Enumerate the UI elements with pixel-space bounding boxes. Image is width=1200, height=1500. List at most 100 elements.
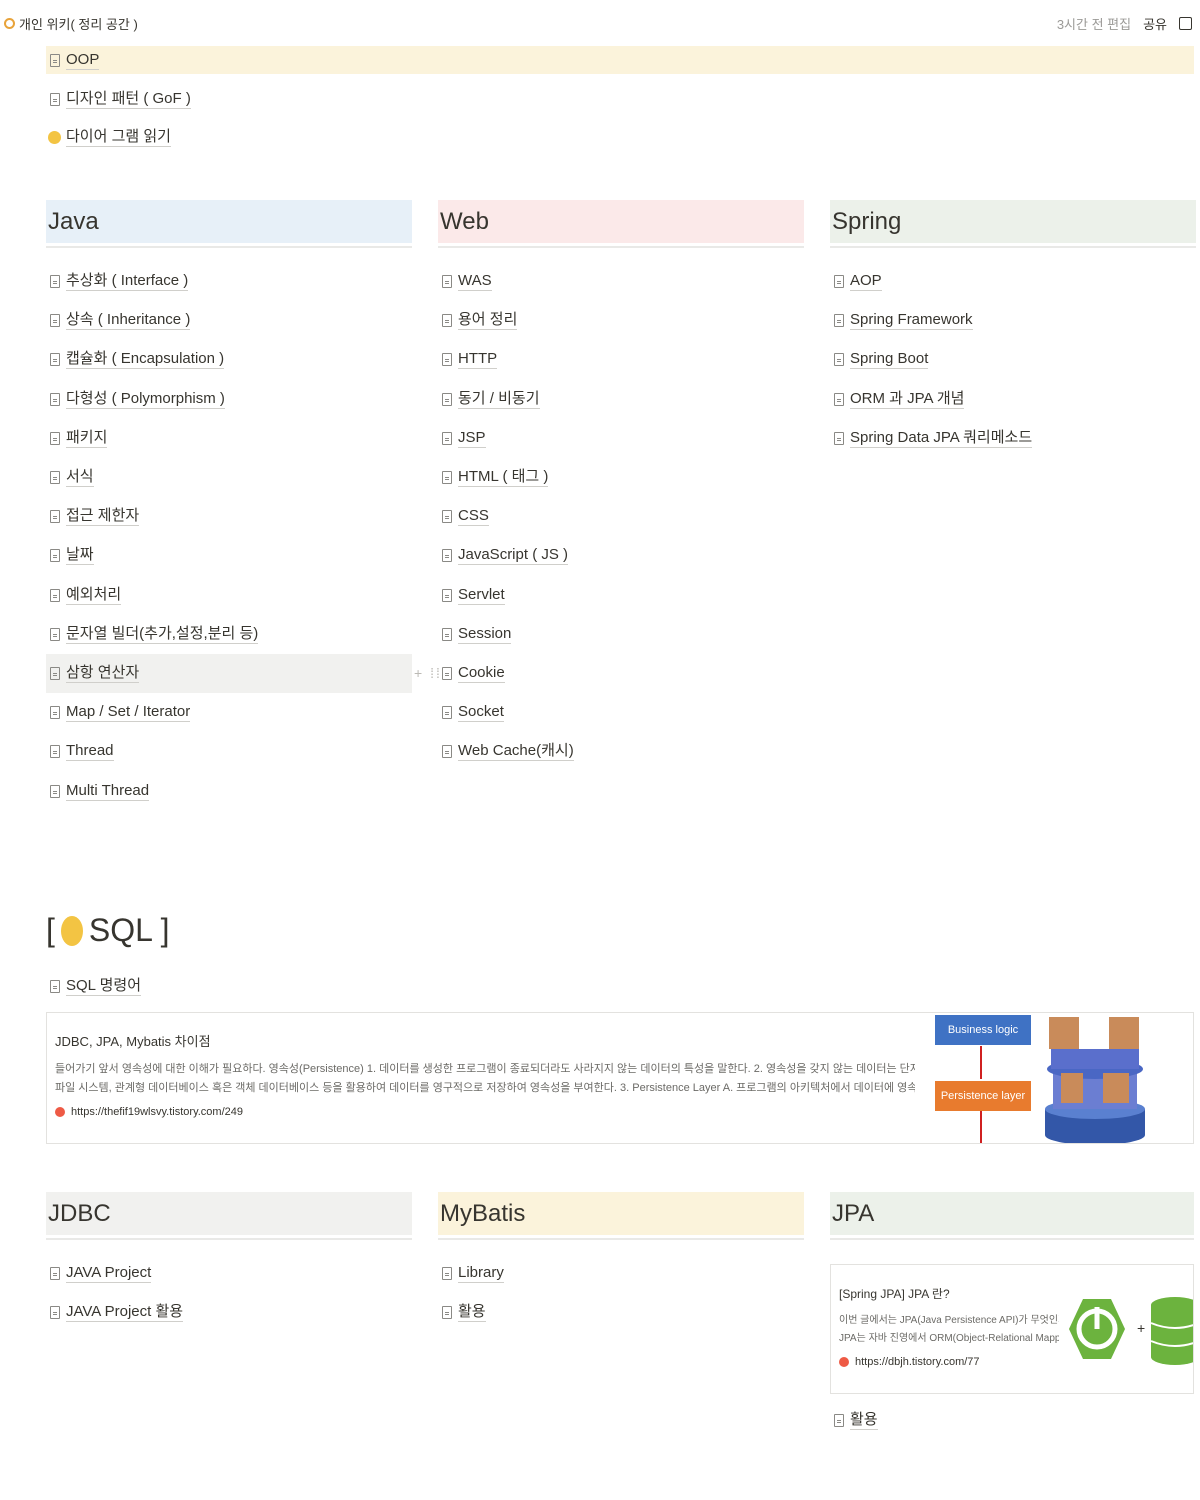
page-link[interactable]: WAS [438,262,804,301]
page-link[interactable]: 문자열 빌더(추가,설정,분리 등) [46,615,412,654]
page-link[interactable]: 상속 ( Inheritance ) [46,301,412,340]
page-link[interactable]: Cookie + ⁞⁞ [414,654,804,693]
page-link-label[interactable]: 서식 [66,468,94,488]
page-link-label[interactable]: Cookie [458,664,505,683]
page-link-label[interactable]: Spring Framework [850,311,973,331]
page-link[interactable]: ORM 과 JPA 개념 [830,380,1196,419]
edited-time: 3시간 전 편집 [1056,17,1132,32]
page-link[interactable]: Spring Boot [830,340,1196,379]
page-link-label[interactable]: 예외처리 [66,586,122,605]
page-link[interactable]: AOP [830,262,1196,301]
favicon-icon [839,1357,849,1367]
spring-database-thumbnail: + [1069,1297,1193,1365]
page-link-label[interactable]: Socket [458,703,504,723]
page-link[interactable]: JAVA Project [46,1254,412,1293]
page-link[interactable]: 접근 제한자 [46,497,412,536]
page-link-label[interactable]: 다형성 ( Polymorphism ) [66,390,225,409]
page-link[interactable]: 다형성 ( Polymorphism ) [46,380,412,419]
page-link-label[interactable]: 날짜 [66,546,94,566]
breadcrumb-title[interactable]: 개인 위키( 정리 공간 ) [19,14,138,33]
page-icon [834,314,844,328]
page-link-label[interactable]: 동기 / 비동기 [458,390,540,409]
page-link-label[interactable]: 활용 [458,1303,486,1323]
page-link-label[interactable]: Web Cache(캐시) [458,742,574,762]
page-link[interactable]: 용어 정리 [438,301,804,340]
page-link-label[interactable]: 캡슐화 ( Encapsulation ) [66,350,225,370]
page-link-label[interactable]: JAVA Project [66,1264,152,1284]
page-link-label[interactable]: WAS [458,272,492,292]
bookmark-card-jpa[interactable]: [Spring JPA] JPA 란? 이번 글에서는 JPA(Java Per… [830,1264,1194,1394]
page-link-label[interactable]: Spring Boot [850,350,929,370]
divider [438,246,804,248]
page-link-label[interactable]: 상속 ( Inheritance ) [66,311,191,331]
page-link-label[interactable]: HTTP [458,350,498,370]
page-link-label[interactable]: 활용 [850,1411,878,1430]
bookmark-url[interactable]: https://thefif19wlsvy.tistory.com/249 [55,1106,915,1118]
page-link-label[interactable]: OOP [66,51,100,70]
drag-handle-icon[interactable]: + ⁞⁞ [414,665,442,681]
breadcrumb[interactable]: 개인 위키( 정리 공간 ) [4,14,138,33]
page-link-label[interactable]: CSS [458,507,489,527]
page-link[interactable]: Spring Data JPA 쿼리메소드 [830,419,1196,458]
page-link-label[interactable]: 패키지 [66,429,108,448]
page-link-label[interactable]: Thread [66,742,114,762]
page-link-label[interactable]: 추상화 ( Interface ) [66,272,189,292]
page-link[interactable]: Socket [438,693,804,732]
page-link-label[interactable]: HTML ( 태그 ) [458,468,549,488]
page-link-label[interactable]: 문자열 빌더(추가,설정,분리 등) [66,625,259,644]
page-link-label[interactable]: JavaScript ( JS ) [458,546,569,566]
page-link[interactable]: Thread [46,732,412,771]
page-link[interactable]: Web Cache(캐시) [438,732,804,771]
page-link-label[interactable]: Spring Data JPA 쿼리메소드 [850,429,1033,448]
favicon-icon [55,1107,65,1117]
page-link-label[interactable]: 삼항 연산자 [66,664,140,683]
page-link[interactable]: 날짜 [46,536,412,575]
share-button[interactable]: 공유 [1143,14,1167,33]
comment-icon[interactable] [1179,17,1192,30]
page-link-oop[interactable]: OOP [46,46,1194,74]
page-icon [50,431,60,445]
bookmark-url[interactable]: https://dbjh.tistory.com/77 [839,1356,1059,1368]
page-link-label[interactable]: Session [458,625,512,644]
page-link[interactable]: HTTP [438,340,804,379]
page-link[interactable]: JavaScript ( JS ) [438,536,804,575]
divider [46,246,412,248]
page-link-jpa-usage[interactable]: 활용 [830,1406,878,1434]
page-link[interactable]: Session [438,615,804,654]
page-link-sql[interactable]: SQL 명령어 [46,972,142,1000]
page-link-diagram[interactable]: 다이어 그램 읽기 [46,123,171,151]
page-link[interactable]: Multi Thread [46,771,412,810]
page-link[interactable]: Library [438,1254,804,1293]
page-link[interactable]: 서식 [46,458,412,497]
page-link[interactable]: 추상화 ( Interface ) [46,262,412,301]
page-link[interactable]: 삼항 연산자 [46,653,412,694]
page-link-label[interactable]: 용어 정리 [458,311,518,331]
page-link-label[interactable]: Library [458,1264,504,1284]
page-link[interactable]: 활용 [438,1293,804,1332]
page-link[interactable]: 캡슐화 ( Encapsulation ) [46,340,412,379]
page-link[interactable]: Map / Set / Iterator [46,693,412,732]
page-link[interactable]: JSP [438,419,804,458]
page-link-label[interactable]: JAVA Project 활용 [66,1303,184,1323]
page-link[interactable]: 예외처리 [46,576,412,615]
page-link-label[interactable]: Servlet [458,586,505,605]
page-link[interactable]: 동기 / 비동기 [438,380,804,419]
page-list: WAS 용어 정리 HTTP 동기 / 비동기 JSP HTML ( 태그 ) CSS Jav… [414,262,804,771]
page-link-label[interactable]: ORM 과 JPA 개념 [850,390,965,409]
page-link[interactable]: CSS [438,497,804,536]
page-link-label[interactable]: 디자인 패턴 ( GoF ) [66,90,191,109]
page-link[interactable]: Servlet [438,576,804,615]
page-link-label[interactable]: 접근 제한자 [66,507,140,527]
page-link[interactable]: JAVA Project 활용 [46,1293,412,1332]
page-link-label[interactable]: SQL 명령어 [66,977,142,996]
page-link-label[interactable]: AOP [850,272,882,292]
page-link-label[interactable]: 다이어 그램 읽기 [66,128,171,147]
page-link-design-pattern[interactable]: 디자인 패턴 ( GoF ) [46,85,191,113]
page-link-label[interactable]: Multi Thread [66,782,150,801]
page-link-label[interactable]: JSP [458,429,486,448]
page-link-label[interactable]: Map / Set / Iterator [66,703,191,723]
page-link[interactable]: 패키지 [46,419,412,458]
bookmark-card[interactable]: JDBC, JPA, Mybatis 차이점 들어가기 앞서 영속성에 대한 이… [46,1012,1194,1144]
page-link[interactable]: HTML ( 태그 ) [438,458,804,497]
page-link[interactable]: Spring Framework [830,301,1196,340]
